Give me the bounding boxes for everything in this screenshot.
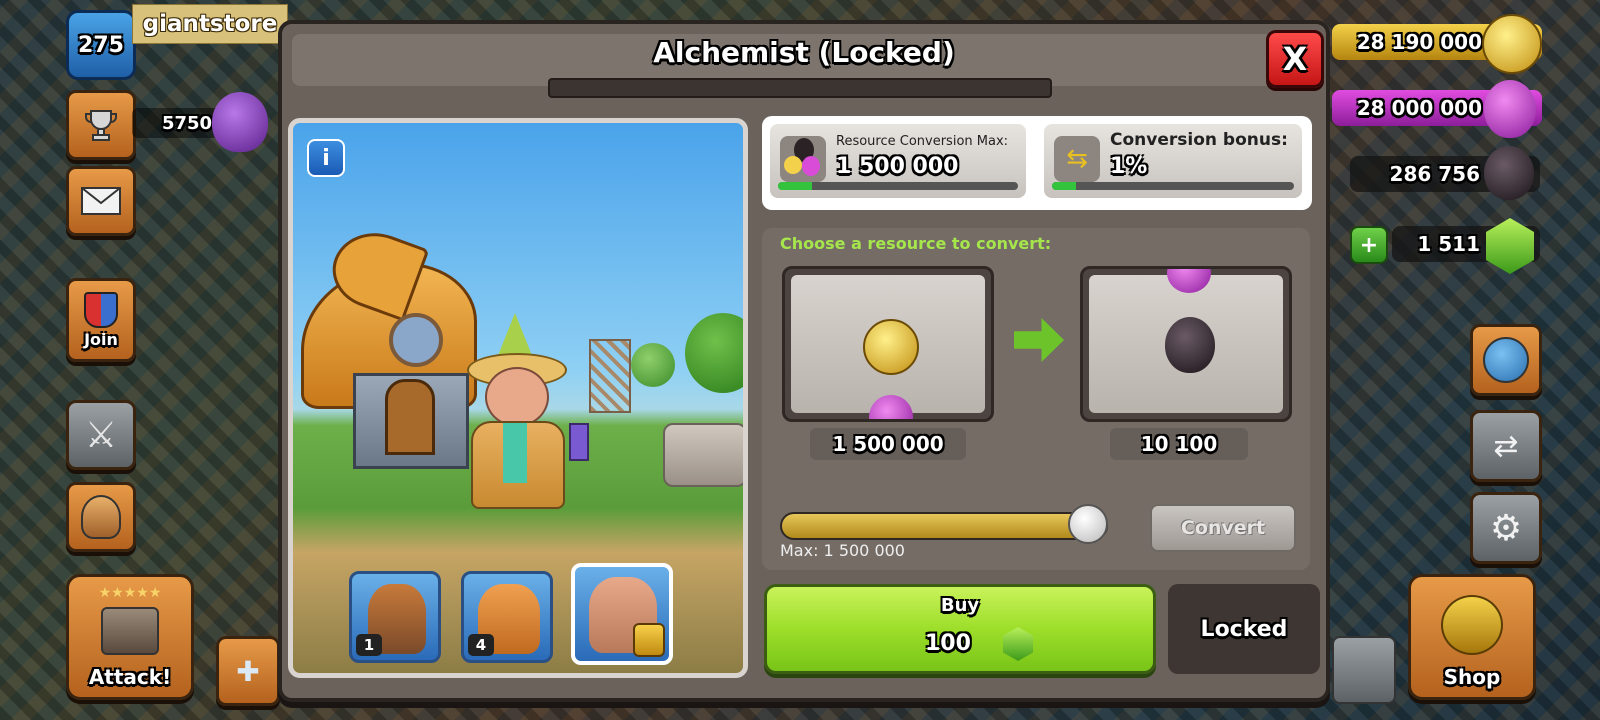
conversion-bonus-progress-fill (1052, 182, 1077, 190)
trophy-button[interactable] (66, 90, 136, 160)
conversion-slider-track[interactable] (780, 512, 1108, 540)
gear-icon: ⚙ (1489, 507, 1523, 549)
stats-panel: Resource Conversion Max: 1 500 000 ⇆ Con… (762, 116, 1312, 210)
conversion-bonus-card: ⇆ Conversion bonus: 1% (1044, 124, 1302, 198)
hero-card-1[interactable]: 1 (349, 571, 441, 663)
shop-label: Shop (1443, 665, 1501, 689)
conversion-max-progress-fill (778, 182, 812, 190)
battle-log-button[interactable]: ⚔ (66, 400, 136, 470)
buy-button[interactable]: Buy 100 (764, 584, 1156, 674)
medical-shield-icon: ✚ (236, 654, 260, 688)
slider-max-label: Max: 1 500 000 (780, 541, 905, 560)
join-clan-button[interactable]: Join (66, 278, 136, 362)
buy-price: 100 (925, 631, 971, 656)
title-underline-bar (548, 78, 1052, 98)
event-button[interactable] (1470, 324, 1542, 396)
player-level-badge[interactable]: 275 (66, 10, 136, 80)
conversion-slider-fill (782, 514, 1106, 538)
attack-button[interactable]: ★★★★★ Attack! (66, 574, 194, 700)
hero-level-2: 4 (468, 634, 494, 656)
tree (685, 313, 743, 393)
gem-icon (1003, 627, 1033, 661)
crossed-swords-icon: ⚔ (84, 414, 118, 456)
target-resource-selector[interactable] (1080, 266, 1292, 422)
locked-status: Locked (1168, 584, 1320, 674)
shop-coins-hammer-icon (1441, 595, 1503, 655)
attack-label: Attack! (88, 665, 172, 689)
padlock-icon (633, 623, 665, 657)
clan-shield-button[interactable]: ✚ (216, 636, 280, 706)
conversion-bonus-label: Conversion bonus: (1110, 130, 1288, 150)
attack-stars-icon: ★★★★★ (98, 585, 162, 601)
hero-card-2[interactable]: 4 (461, 571, 553, 663)
shop-button[interactable]: Shop (1408, 574, 1536, 700)
source-amount: 1 500 000 (810, 428, 966, 460)
gems-amount: 1 511 (1417, 232, 1480, 256)
target-amount: 10 100 (1110, 428, 1248, 460)
gold-coin-icon (1482, 14, 1542, 74)
settings-button[interactable]: ⚙ (1470, 492, 1542, 564)
league-badge-icon[interactable] (212, 92, 268, 152)
hero-level-1: 1 (356, 634, 382, 656)
dialog-title: Alchemist (Locked) (653, 36, 955, 69)
buy-label: Buy (940, 595, 980, 616)
source-resource-selector[interactable] (782, 266, 994, 422)
tree-small (631, 343, 675, 387)
builder-face-icon (81, 495, 121, 539)
task-list-button[interactable] (1332, 636, 1396, 704)
brand-watermark: giantstore (132, 4, 288, 44)
move-arrows-icon: ⇄ (1493, 428, 1519, 464)
conversion-bonus-progress (1052, 182, 1294, 190)
conversion-max-label: Resource Conversion Max: (836, 134, 1009, 149)
info-icon: i (322, 145, 330, 171)
add-gems-button[interactable]: + (1350, 226, 1388, 264)
join-label: Join (84, 329, 118, 349)
mail-button[interactable] (66, 166, 136, 236)
elixir-drop-icon (869, 395, 913, 419)
stone-wall (663, 423, 743, 487)
close-button[interactable]: X (1266, 30, 1324, 88)
attack-map-icon (101, 607, 159, 655)
conversion-max-value: 1 500 000 (836, 154, 959, 179)
conversion-bonus-value: 1% (1110, 154, 1148, 179)
layout-button[interactable]: ⇄ (1470, 410, 1542, 482)
conversion-max-progress (778, 182, 1018, 190)
elixir-drop-icon (1484, 80, 1536, 138)
dark-elixir-drop-icon (1484, 146, 1534, 200)
gold-amount: 28 190 000 (1356, 30, 1482, 54)
target-resource-inner (1089, 269, 1283, 413)
watch-tower (589, 339, 631, 413)
gold-coin-icon (863, 319, 919, 375)
alchemist-character (451, 313, 591, 523)
conversion-max-card: Resource Conversion Max: 1 500 000 (770, 124, 1026, 198)
conversion-slider-handle[interactable] (1068, 504, 1108, 544)
dark-elixir-amount: 286 756 (1389, 162, 1480, 186)
source-resource-inner (791, 275, 985, 419)
dark-elixir-drop-icon (1165, 317, 1215, 373)
elixir-drop-icon (1167, 269, 1211, 293)
resources-mix-icon (780, 136, 826, 182)
globe-icon (1483, 337, 1529, 383)
alchemist-scene: i 1 4 (288, 118, 748, 678)
choose-resource-prompt: Choose a resource to convert: (780, 234, 1052, 253)
clan-shield-icon (84, 291, 118, 328)
info-button[interactable]: i (307, 139, 345, 177)
trophy-icon (85, 110, 117, 141)
elixir-amount: 28 000 000 (1356, 96, 1482, 120)
builder-button[interactable] (66, 482, 136, 552)
swap-arrows-icon: ⇆ (1054, 136, 1100, 182)
mail-icon (81, 187, 121, 215)
convert-button[interactable]: Convert (1150, 504, 1296, 552)
hero-card-alchemist-selected[interactable] (571, 563, 673, 665)
